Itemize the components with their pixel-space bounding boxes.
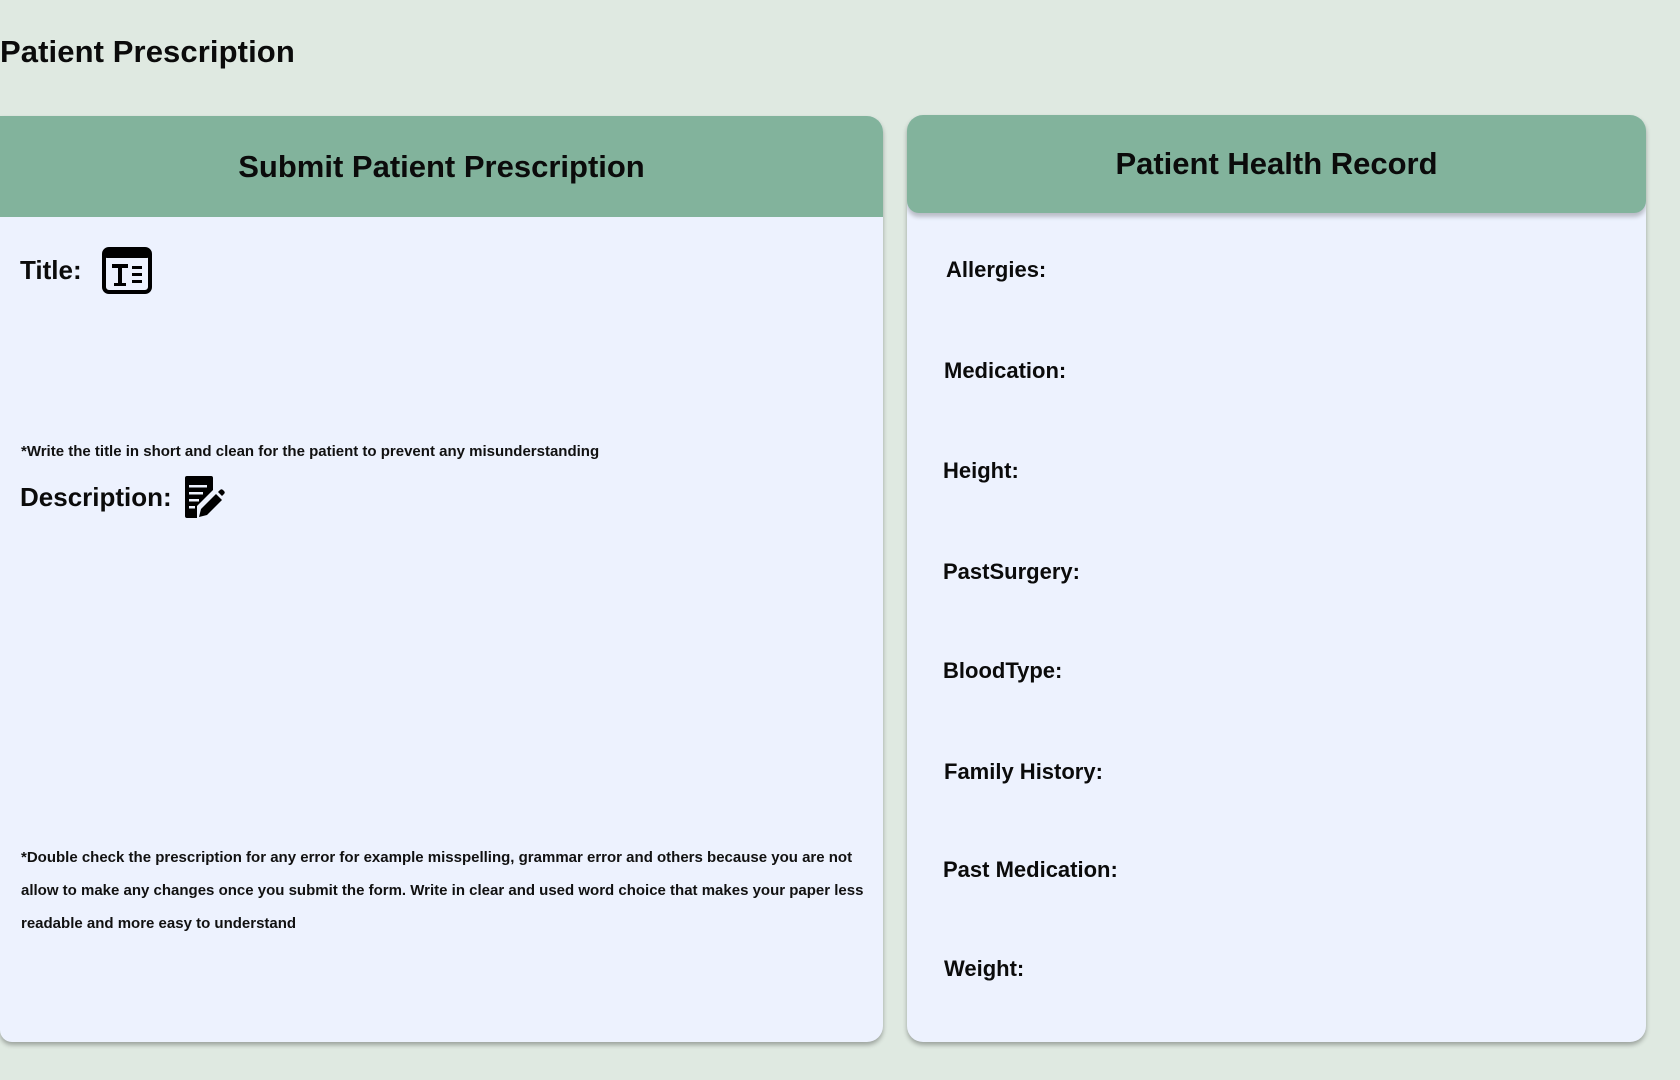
weight-label: Weight: xyxy=(944,956,1025,981)
past-medication-label: Past Medication: xyxy=(943,857,1118,882)
prescription-form-header: Submit Patient Prescription xyxy=(0,116,883,217)
text-title-icon xyxy=(102,247,152,294)
edit-document-icon xyxy=(185,476,225,518)
prescription-form-card: Submit Patient Prescription Title: *Writ… xyxy=(0,116,883,1042)
family-history-label: Family History: xyxy=(944,759,1103,784)
medication-label: Medication: xyxy=(944,358,1067,383)
height-label: Height: xyxy=(943,458,1019,483)
allergies-label: Allergies: xyxy=(946,257,1047,282)
description-hint: *Double check the prescription for any e… xyxy=(21,849,864,932)
title-hint: *Write the title in short and clean for … xyxy=(21,443,600,460)
page-title: Patient Prescription xyxy=(0,34,295,69)
health-record-card: Patient Health Record Allergies: Medicat… xyxy=(907,115,1646,1042)
title-label: Title: xyxy=(20,255,82,285)
past-surgery-label: PastSurgery: xyxy=(943,559,1080,584)
description-label: Description: xyxy=(20,482,172,512)
health-record-header: Patient Health Record xyxy=(907,115,1646,213)
blood-type-label: BloodType: xyxy=(943,658,1063,683)
